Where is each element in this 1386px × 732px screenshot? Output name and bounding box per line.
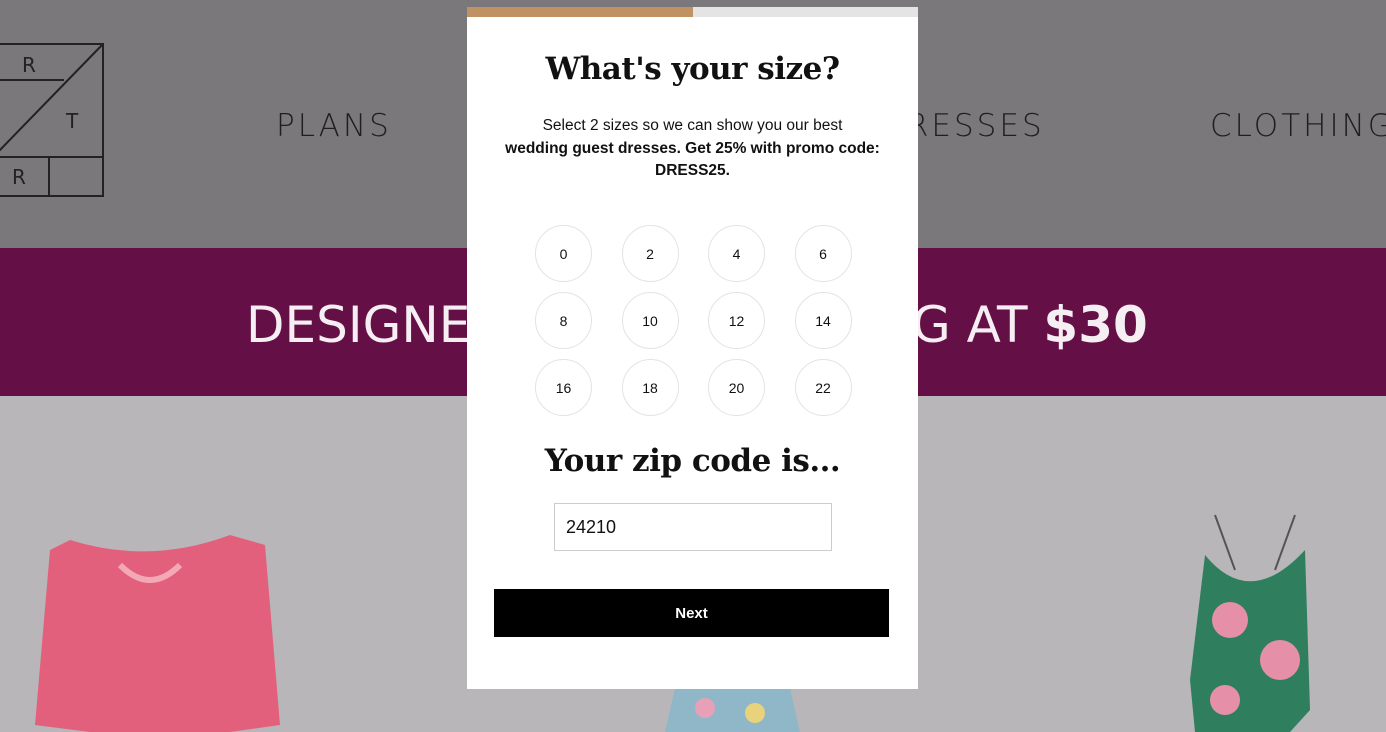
size-option-6[interactable]: 6 (794, 225, 852, 282)
zip-title: Your zip code is... (544, 443, 841, 479)
description-bold: wedding guest dresses. Get 25% with prom… (505, 139, 880, 180)
dress-image-floral[interactable] (665, 688, 800, 732)
progress-bar-fill (467, 7, 693, 17)
progress-bar (467, 7, 918, 17)
size-option-20[interactable]: 20 (708, 359, 765, 416)
svg-text:R: R (22, 53, 36, 77)
size-option-16[interactable]: 16 (535, 359, 592, 416)
description-regular: Select 2 sizes so we can show you our be… (542, 117, 843, 134)
dress-image-pink[interactable] (30, 525, 290, 732)
banner-price: $30 (1043, 296, 1148, 354)
nav-clothing[interactable]: CLOTHING (1210, 108, 1386, 144)
size-selection-modal: What's your size? Select 2 sizes so we c… (467, 7, 918, 689)
size-option-2[interactable]: 2 (621, 225, 679, 282)
size-title: What's your size? (545, 51, 840, 87)
nav-plans[interactable]: PLANS (276, 108, 392, 144)
svg-text:R: R (12, 165, 26, 189)
banner-text-left: DESIGNE (246, 296, 471, 354)
size-option-0[interactable]: 0 (535, 225, 592, 282)
size-option-12[interactable]: 12 (708, 292, 765, 349)
size-option-22[interactable]: 22 (794, 359, 852, 416)
svg-text:T: T (65, 109, 79, 133)
zip-code-input[interactable] (554, 503, 832, 551)
next-button[interactable]: Next (494, 589, 889, 637)
size-option-8[interactable]: 8 (535, 292, 592, 349)
size-option-18[interactable]: 18 (621, 359, 679, 416)
size-description: Select 2 sizes so we can show you our be… (497, 115, 888, 183)
banner-text-right: G AT $30 (912, 296, 1148, 354)
banner-text-mid: G AT (912, 296, 1044, 354)
size-option-10[interactable]: 10 (621, 292, 679, 349)
rtr-logo[interactable]: R T R (0, 42, 108, 200)
size-option-14[interactable]: 14 (794, 292, 852, 349)
size-option-4[interactable]: 4 (708, 225, 765, 282)
dress-image-green[interactable] (1180, 510, 1320, 732)
